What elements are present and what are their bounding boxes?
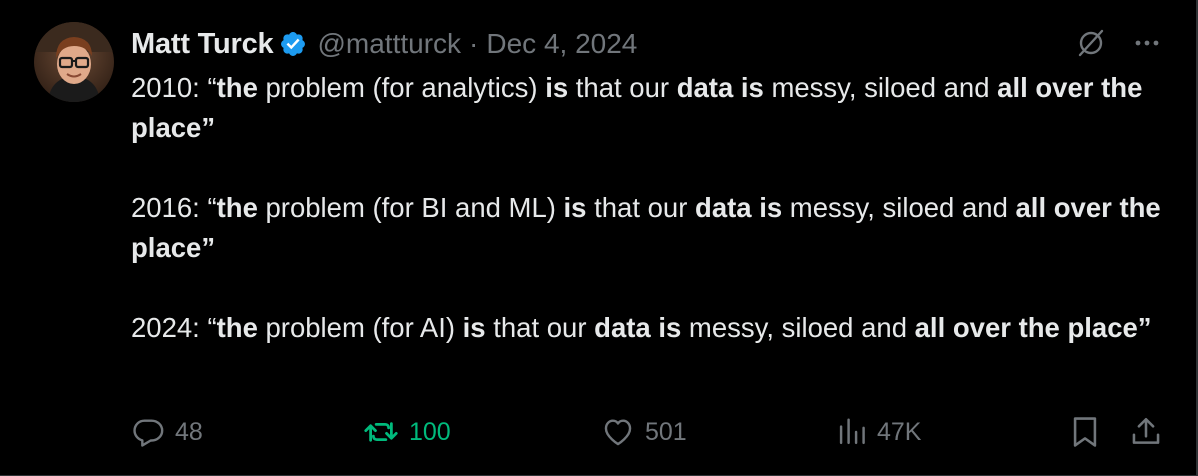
text-run: messy, siloed and — [763, 72, 998, 103]
like-button[interactable]: 501 — [601, 410, 687, 454]
views-count: 47K — [877, 417, 922, 446]
tweet-date[interactable]: Dec 4, 2024 — [486, 28, 637, 60]
more-icon[interactable] — [1132, 28, 1162, 58]
bold-text: data is — [676, 72, 764, 103]
bold-text: is — [563, 192, 587, 223]
bookmark-button[interactable] — [1069, 410, 1101, 454]
tweet-header: Matt Turck @mattturck · Dec 4, 2024 — [131, 24, 637, 64]
bold-text: the — [216, 312, 258, 343]
bold-text: all over the place” — [914, 312, 1152, 343]
text-run: 2010: “ — [131, 72, 217, 103]
tweet-paragraph: 2010: “the problem (for analytics) is th… — [131, 68, 1171, 148]
avatar-image — [34, 22, 114, 102]
tweet-actions-bar: 48 100 501 47K — [131, 410, 1171, 454]
text-run: that our — [485, 312, 595, 343]
reply-count: 48 — [175, 417, 203, 446]
text-run: 2024: “ — [131, 312, 217, 343]
text-run: problem (for analytics) — [257, 72, 546, 103]
bold-text: the — [216, 192, 258, 223]
bold-text: the — [216, 72, 258, 103]
bold-text: is — [462, 312, 486, 343]
tweet-card: Matt Turck @mattturck · Dec 4, 2024 2010 — [0, 0, 1198, 476]
reply-icon — [133, 419, 164, 447]
bold-text: data is — [594, 312, 682, 343]
views-icon — [839, 418, 865, 445]
bookmark-icon — [1073, 417, 1097, 447]
text-run: problem (for BI and ML) — [257, 192, 564, 223]
text-run: messy, siloed and — [782, 192, 1016, 223]
reply-button[interactable]: 48 — [131, 410, 203, 454]
heart-icon — [604, 419, 632, 446]
text-run: that our — [568, 72, 677, 103]
text-run: problem (for AI) — [257, 312, 463, 343]
verified-badge-icon[interactable] — [279, 30, 307, 58]
tweet-paragraph: 2016: “the problem (for BI and ML) is th… — [131, 188, 1171, 268]
like-count: 501 — [645, 417, 687, 446]
separator: · — [469, 28, 479, 59]
share-icon — [1132, 417, 1160, 444]
retweet-button[interactable]: 100 — [363, 410, 451, 454]
views-button[interactable]: 47K — [837, 410, 921, 454]
share-button[interactable] — [1129, 410, 1163, 454]
author-name[interactable]: Matt Turck — [131, 28, 274, 61]
tweet-paragraph: 2024: “the problem (for AI) is that our … — [131, 308, 1171, 348]
text-run: 2016: “ — [131, 192, 217, 223]
retweet-count: 100 — [409, 417, 451, 446]
avatar[interactable] — [34, 22, 114, 102]
bold-text: is — [545, 72, 569, 103]
author-handle[interactable]: @mattturck — [317, 28, 461, 60]
retweet-icon — [364, 422, 398, 442]
tweet-top-actions — [1076, 28, 1162, 58]
bold-text: data is — [695, 192, 783, 223]
grok-icon[interactable] — [1076, 28, 1106, 58]
tweet-text: 2010: “the problem (for analytics) is th… — [131, 68, 1171, 348]
text-run: that our — [586, 192, 696, 223]
text-run: messy, siloed and — [681, 312, 915, 343]
